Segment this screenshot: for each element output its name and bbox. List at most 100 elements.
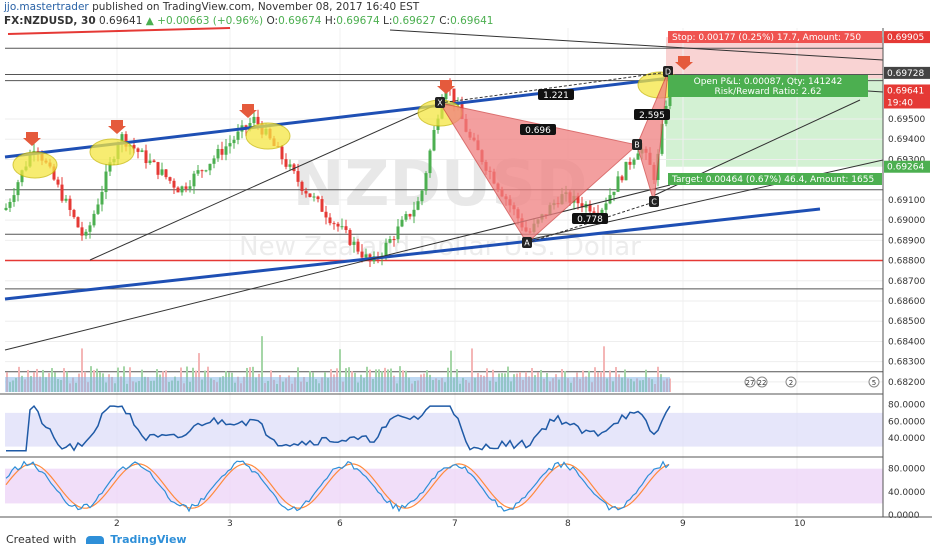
swing-highlight — [89, 138, 135, 166]
time-tick-label: 8 — [565, 519, 571, 529]
candle-body — [416, 201, 420, 210]
low-value: 0.69627 — [392, 15, 436, 27]
candle-body — [428, 150, 432, 174]
candle-body — [104, 171, 108, 193]
rsi-tick-label: 40.0000 — [888, 434, 925, 444]
price-axis-label-text: 0.69264 — [887, 163, 924, 173]
candle-body — [80, 227, 84, 236]
volume-badge-text: 5 — [872, 379, 876, 387]
candle-body — [396, 226, 400, 240]
trading-chart[interactable]: 0.695000.694000.693000.691000.690000.689… — [0, 0, 932, 550]
candle-body — [296, 171, 300, 182]
candle-body — [592, 211, 596, 213]
candle-body — [100, 192, 104, 205]
candle-body — [216, 148, 220, 159]
created-with-text: Created with — [6, 533, 77, 546]
volume-badge-text: 22 — [758, 379, 767, 387]
candle-body — [316, 196, 320, 200]
high-value: 0.69674 — [336, 15, 380, 27]
pattern-point-label: A — [524, 239, 530, 248]
pattern-point-label: X — [437, 99, 443, 108]
price-tick-label: 0.68300 — [888, 358, 925, 368]
last-price: 0.69641 — [99, 15, 143, 27]
candle-body — [224, 146, 228, 155]
candle-body — [12, 195, 16, 202]
candle-body — [188, 186, 192, 189]
ratio-label: 0.778 — [572, 213, 608, 225]
price-axis-label: 0.69264 — [884, 160, 930, 173]
candle-body — [304, 190, 308, 194]
price-tick-label: 0.68600 — [888, 297, 925, 307]
author-link[interactable]: jjo.mastertrader — [4, 1, 89, 13]
price-change: ▲ +0.00663 (+0.96%) — [145, 15, 264, 27]
ratio-label: 1.221 — [538, 89, 574, 101]
footer: Created with TradingView — [6, 533, 187, 546]
pattern-point-c: C — [649, 196, 659, 207]
candle-body — [280, 146, 284, 160]
candle-body — [200, 170, 204, 172]
price-axis-label: 0.69728 — [884, 66, 930, 79]
target-text: Target: 0.00464 (0.67%) 46.4, Amount: 16… — [671, 175, 874, 185]
candle-body — [88, 225, 92, 232]
candle-body — [348, 229, 352, 245]
candle-body — [308, 193, 312, 198]
candle-body — [288, 164, 292, 167]
candle-body — [424, 173, 428, 191]
candle-body — [324, 211, 328, 218]
pattern-point-label: C — [651, 198, 657, 207]
rsi-band — [5, 412, 883, 447]
candle-body — [184, 186, 188, 189]
volume-badge: 22 — [756, 376, 768, 388]
time-tick-label: 7 — [452, 519, 458, 529]
price-tick-label: 0.69500 — [888, 115, 925, 125]
candle-body — [4, 207, 8, 210]
pattern-point-x: X — [435, 97, 445, 108]
swing-highlight — [245, 122, 291, 150]
candle-body — [60, 184, 64, 201]
candle-body — [612, 191, 616, 196]
candle-body — [236, 131, 240, 140]
stoch-tick-label: 40.0000 — [888, 488, 925, 498]
ratio-text: 1.221 — [543, 91, 569, 101]
candle-body — [172, 180, 176, 188]
time-tick-label: 3 — [227, 519, 233, 529]
ratio-text: 0.778 — [577, 215, 603, 225]
stop-text: Stop: 0.00177 (0.25%) 17.7, Amount: 750 — [672, 33, 861, 43]
volume-badge-text: 2 — [789, 379, 793, 387]
open-label: O: — [266, 15, 279, 27]
candle-body — [144, 150, 148, 164]
price-axis-label: 0.69641 — [884, 84, 930, 97]
candle-body — [256, 116, 260, 124]
price-tick-label: 0.69100 — [888, 196, 925, 206]
candle-body — [180, 186, 184, 193]
candle-body — [336, 223, 340, 227]
candle-body — [72, 209, 76, 218]
candle-body — [344, 226, 348, 230]
price-tick-label: 0.69400 — [888, 135, 925, 145]
candle-body — [168, 177, 172, 181]
close-label: C: — [439, 15, 451, 27]
candle-body — [8, 201, 12, 208]
tradingview-brand[interactable]: TradingView — [110, 533, 186, 546]
stoch-tick-label: 80.0000 — [888, 465, 925, 475]
candle-body — [76, 217, 80, 228]
time-tick-label: 6 — [337, 519, 343, 529]
candle-body — [64, 198, 68, 201]
candle-body — [176, 187, 180, 193]
time-tick-label: 2 — [114, 519, 120, 529]
time-tick-label: 10 — [794, 519, 806, 529]
candle-body — [68, 198, 72, 210]
candle-body — [152, 160, 156, 163]
candle-body — [204, 170, 208, 172]
low-label: L: — [383, 15, 393, 27]
candle-body — [192, 173, 196, 187]
ratio-text: 0.696 — [525, 126, 551, 136]
tradingview-logo-icon — [85, 536, 104, 544]
candle-body — [384, 242, 388, 256]
candle-body — [636, 153, 640, 160]
price-tick-label: 0.68700 — [888, 277, 925, 287]
candle-body — [620, 176, 624, 181]
candle-body — [412, 209, 416, 217]
candle-body — [156, 162, 160, 175]
candle-body — [320, 199, 324, 212]
